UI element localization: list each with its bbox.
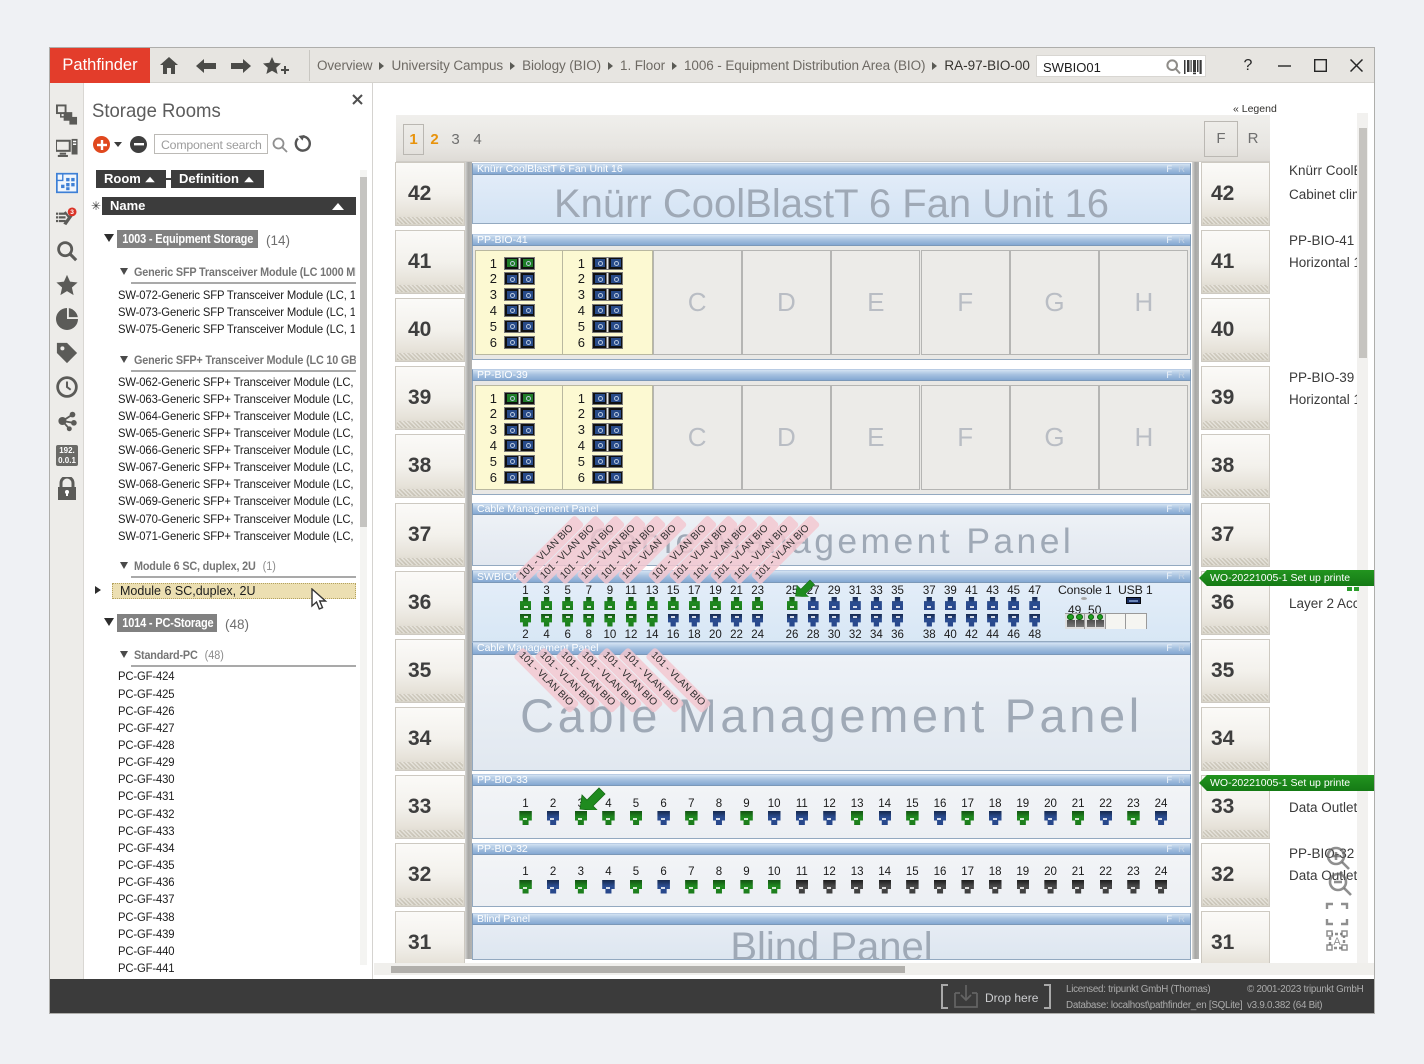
svg-text:3: 3 bbox=[70, 209, 74, 216]
svg-text:A: A bbox=[1333, 936, 1341, 948]
